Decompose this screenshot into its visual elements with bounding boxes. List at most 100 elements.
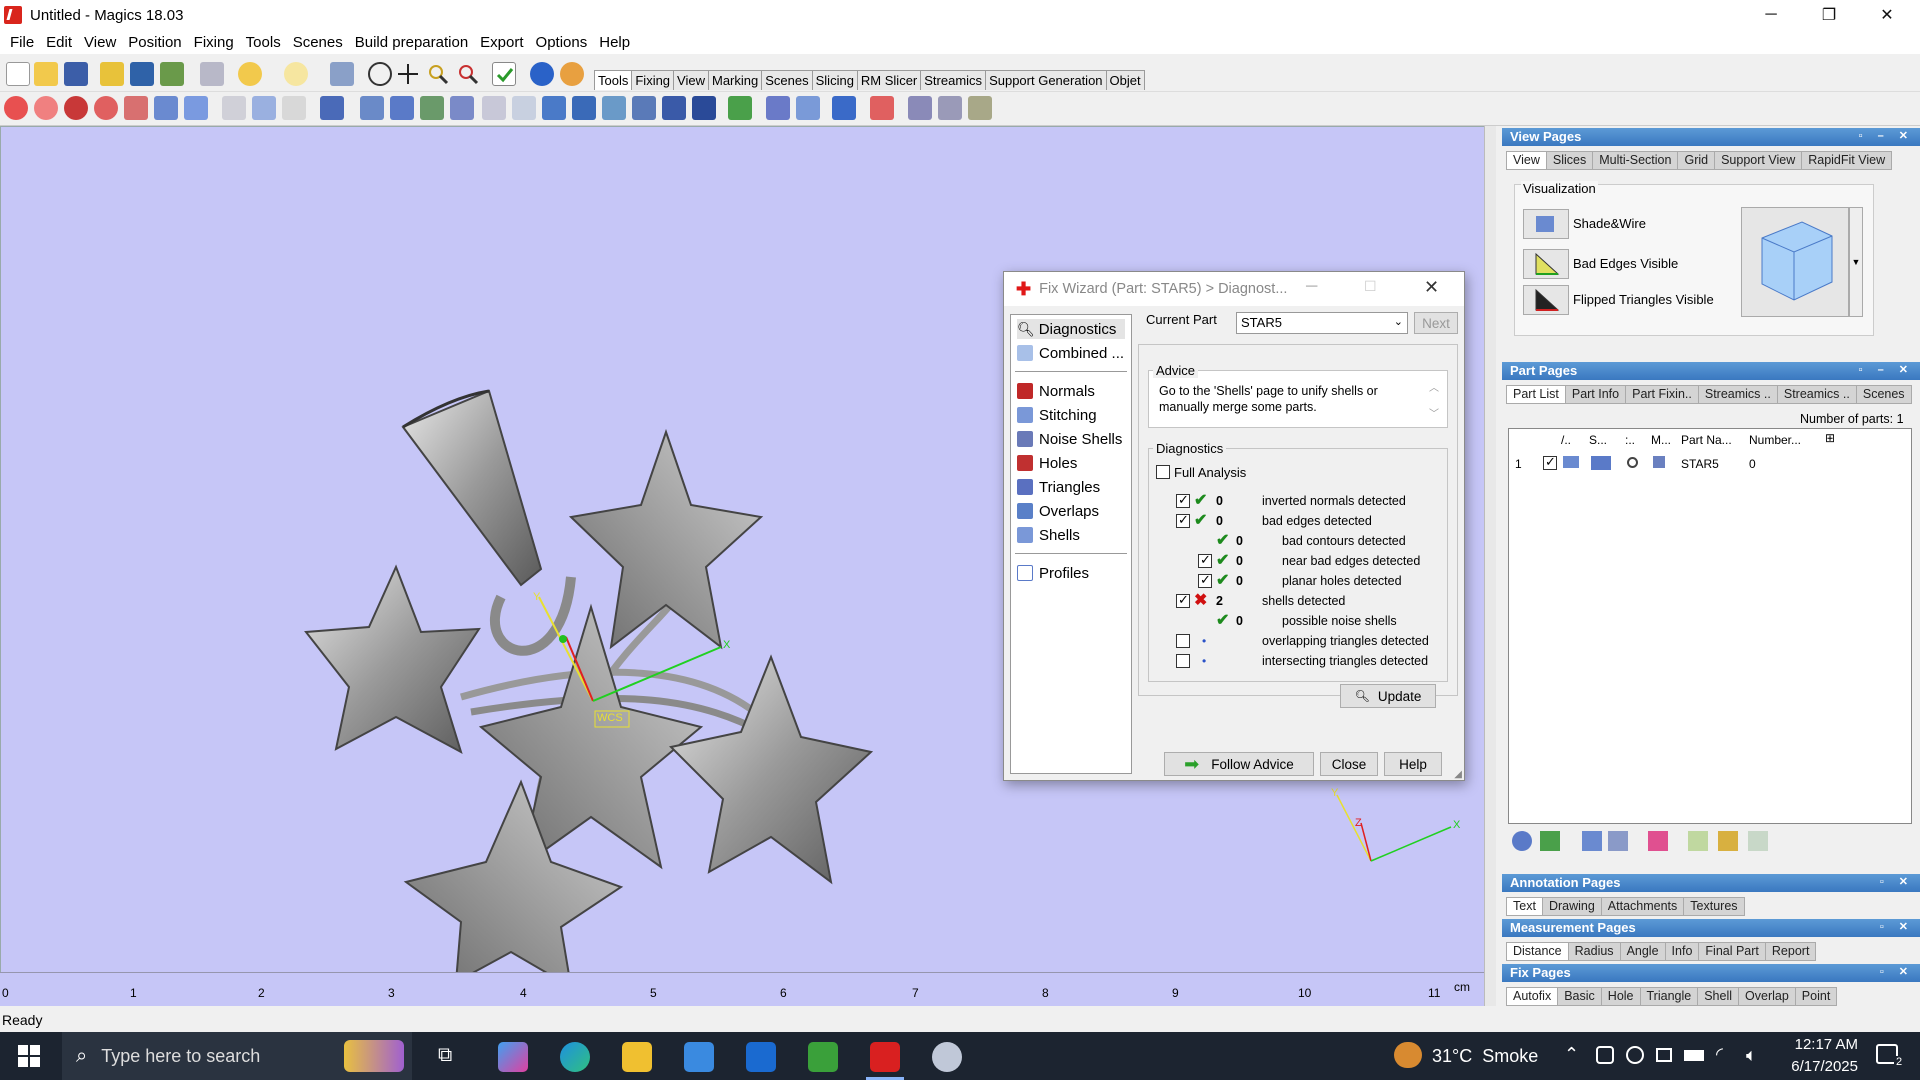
boolean-icon[interactable] — [482, 96, 506, 120]
volume-icon[interactable]: 🔈︎ — [1746, 1045, 1757, 1066]
shell-icon[interactable] — [692, 96, 716, 120]
menu-fixing[interactable]: Fixing — [188, 34, 240, 51]
dialog-maximize-button[interactable]: ☐ — [1364, 278, 1377, 295]
help-icon[interactable] — [530, 62, 554, 86]
fix-icon[interactable] — [870, 96, 894, 120]
nest-icon[interactable] — [766, 96, 790, 120]
hollow-icon[interactable] — [542, 96, 566, 120]
near-bad-edges-checkbox[interactable] — [1198, 552, 1212, 568]
dialog-minimize-button[interactable]: ─ — [1306, 278, 1317, 296]
col-header[interactable]: /.. — [1561, 433, 1571, 447]
minimize-button[interactable]: ─ — [1742, 0, 1800, 30]
undo-icon[interactable] — [238, 62, 262, 86]
chevron-up-icon[interactable]: ⌃ — [1564, 1044, 1579, 1065]
store-icon[interactable] — [684, 1042, 714, 1072]
box-icon[interactable] — [662, 96, 686, 120]
export-icon[interactable] — [1748, 831, 1768, 851]
full-analysis-checkbox[interactable] — [1156, 465, 1170, 479]
taskbar-search-box[interactable]: ⌕ Type here to search — [62, 1032, 412, 1080]
zoom-icon[interactable] — [426, 62, 450, 86]
section-icon[interactable] — [632, 96, 656, 120]
part-color-icon[interactable] — [1591, 456, 1611, 470]
save-part-icon[interactable] — [130, 62, 154, 86]
context-help-icon[interactable] — [560, 62, 584, 86]
tab-text[interactable]: Text — [1506, 897, 1543, 916]
translate-icon[interactable] — [4, 96, 28, 120]
rotate-part-icon[interactable] — [64, 96, 88, 120]
tab-streamics-1[interactable]: Streamics .. — [1697, 385, 1778, 404]
slice-icon[interactable] — [938, 96, 962, 120]
menu-view[interactable]: View — [78, 34, 122, 51]
green-app-icon[interactable] — [808, 1042, 838, 1072]
menu-position[interactable]: Position — [122, 34, 187, 51]
bad-edges-checkbox[interactable] — [1176, 512, 1190, 528]
view-cube[interactable] — [1741, 207, 1849, 317]
tab-marking[interactable]: Marking — [708, 70, 763, 90]
build-icon[interactable] — [968, 96, 992, 120]
nav-combined[interactable]: Combined ... — [1017, 343, 1124, 363]
import-icon[interactable] — [1688, 831, 1708, 851]
cut-icon[interactable] — [222, 96, 246, 120]
color-parts-icon[interactable] — [1648, 831, 1668, 851]
open-folder-icon[interactable] — [34, 62, 58, 86]
print-icon[interactable] — [200, 62, 224, 86]
nav-triangles[interactable]: Triangles — [1017, 477, 1100, 497]
column-chooser-icon[interactable]: ⊞ — [1825, 431, 1835, 445]
merge-icon[interactable] — [512, 96, 536, 120]
update-button[interactable]: 🔍︎ Update — [1340, 684, 1436, 708]
select-icon[interactable] — [330, 62, 354, 86]
menu-options[interactable]: Options — [530, 34, 594, 51]
intersecting-triangles-checkbox[interactable] — [1176, 654, 1190, 668]
tab-attachments[interactable]: Attachments — [1600, 897, 1685, 916]
tab-fixing[interactable]: Fixing — [631, 70, 675, 90]
sg-icon[interactable] — [908, 96, 932, 120]
tab-final-part[interactable]: Final Part — [1698, 942, 1766, 961]
select-all-icon[interactable] — [1512, 831, 1532, 851]
tab-overlap[interactable]: Overlap — [1738, 987, 1796, 1006]
nav-noise-shells[interactable]: Noise Shells — [1017, 429, 1122, 449]
visibility-all-icon[interactable] — [1582, 831, 1602, 851]
part-shading-icon[interactable] — [1563, 456, 1579, 468]
scroll-down-icon[interactable]: ﹀ — [1429, 405, 1439, 420]
tab-tools[interactable]: Tools — [594, 70, 633, 90]
clock-time[interactable]: 12:17 AM — [1778, 1036, 1858, 1053]
tab-distance[interactable]: Distance — [1506, 942, 1569, 961]
mirror-icon[interactable] — [124, 96, 148, 120]
shells-checkbox[interactable] — [1176, 592, 1190, 608]
rotate-interactive-icon[interactable] — [94, 96, 118, 120]
checklist-icon[interactable] — [492, 62, 516, 86]
scale-icon[interactable] — [154, 96, 178, 120]
tab-streamics-2[interactable]: Streamics .. — [1776, 385, 1857, 404]
tab-hole[interactable]: Hole — [1600, 987, 1641, 1006]
translate-default-icon[interactable] — [34, 96, 58, 120]
dialog-close-action-button[interactable]: Close — [1320, 752, 1378, 776]
copilot-icon[interactable] — [498, 1042, 528, 1072]
inverted-normals-checkbox[interactable] — [1176, 492, 1190, 508]
nav-profiles[interactable]: Profiles — [1017, 563, 1089, 583]
nav-overlaps[interactable]: Overlaps — [1017, 501, 1099, 521]
copy-icon[interactable] — [252, 96, 276, 120]
pan-icon[interactable] — [396, 62, 420, 86]
tab-info[interactable]: Info — [1664, 942, 1700, 961]
label-icon[interactable] — [420, 96, 444, 120]
current-part-select[interactable]: STAR5 ⌄ — [1236, 312, 1408, 334]
col-header[interactable]: Number... — [1749, 433, 1801, 447]
follow-advice-button[interactable]: ➡ Follow Advice — [1164, 752, 1314, 776]
task-view-icon[interactable]: ⧉ — [438, 1044, 452, 1067]
nav-shells[interactable]: Shells — [1017, 525, 1080, 545]
hand-icon[interactable] — [320, 96, 344, 120]
tab-basic[interactable]: Basic — [1557, 987, 1602, 1006]
tab-support-generation[interactable]: Support Generation — [985, 70, 1107, 90]
tab-autofix[interactable]: Autofix — [1506, 987, 1559, 1006]
text-mark-icon[interactable] — [390, 96, 414, 120]
camera-icon[interactable] — [1656, 1048, 1672, 1062]
check-all-icon[interactable] — [1540, 831, 1560, 851]
panel-controls-icon[interactable]: ▫ – ✕ — [1859, 363, 1914, 376]
col-header[interactable]: S... — [1589, 433, 1607, 447]
tray-app-icon[interactable] — [1596, 1046, 1614, 1064]
flipped-triangles-visible-button[interactable] — [1523, 285, 1569, 315]
outlook-icon[interactable] — [746, 1042, 776, 1072]
nav-holes[interactable]: Holes — [1017, 453, 1077, 473]
tab-objet[interactable]: Objet — [1105, 70, 1145, 90]
part-visible-checkbox[interactable] — [1543, 454, 1557, 470]
